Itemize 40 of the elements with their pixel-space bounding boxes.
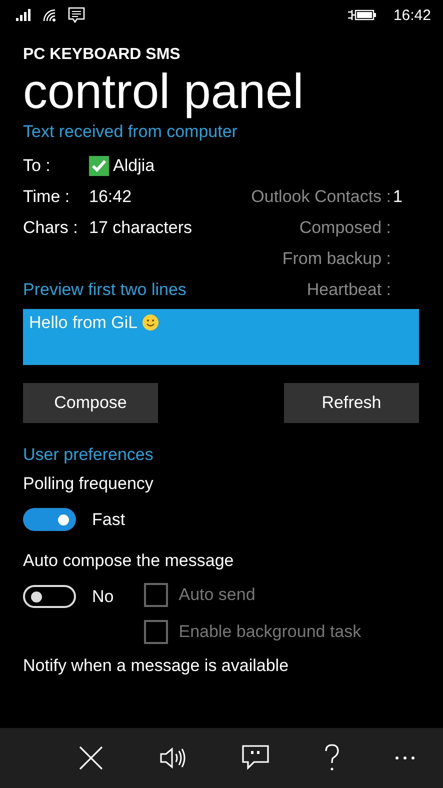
stat-value: 1 xyxy=(393,186,402,206)
stat-label: Composed : xyxy=(298,218,391,238)
section-header: Preview first two lines xyxy=(23,280,188,300)
preview-text: Hello from GiL xyxy=(29,313,138,333)
message-icon xyxy=(68,7,85,23)
chat-icon[interactable] xyxy=(242,745,269,771)
checkbox-label: Enable background task xyxy=(178,622,362,642)
field-value: 17 characters xyxy=(89,218,192,238)
clock-time: 16:42 xyxy=(393,6,431,24)
setting-label: Notify when a message is available xyxy=(23,656,290,676)
wifi-icon xyxy=(42,8,58,22)
more-icon[interactable] xyxy=(395,756,416,760)
field-label: Time : xyxy=(23,186,71,206)
checkbox-label: Auto send xyxy=(178,585,256,605)
setting-label: Auto compose the message xyxy=(23,551,235,571)
page-title: control panel xyxy=(23,64,305,121)
section-header: Text received from computer xyxy=(23,122,238,142)
toggle-switch[interactable] xyxy=(23,508,76,531)
toggle-state: No xyxy=(92,586,114,606)
toggle-switch[interactable] xyxy=(23,585,76,608)
app-name: PC KEYBOARD SMS xyxy=(23,46,182,64)
battery-icon xyxy=(347,8,378,22)
close-icon[interactable] xyxy=(78,745,104,771)
field-value: Aldjia xyxy=(113,156,155,176)
field-label: To : xyxy=(23,156,52,176)
setting-label: Polling frequency xyxy=(23,474,154,494)
smiley-icon xyxy=(142,314,159,331)
stat-label: From backup : xyxy=(281,248,391,268)
action-button[interactable]: Compose xyxy=(23,383,158,423)
checkbox[interactable] xyxy=(89,156,109,176)
section-header: User preferences xyxy=(23,445,154,465)
help-icon[interactable] xyxy=(324,744,340,772)
field-value: 16:42 xyxy=(89,186,132,206)
action-button[interactable]: Refresh xyxy=(284,383,419,423)
toggle-state: Fast xyxy=(92,510,126,530)
speaker-icon[interactable] xyxy=(158,746,187,770)
stat-label: Heartbeat : xyxy=(306,280,391,300)
signal-icon xyxy=(16,9,32,21)
field-label: Chars : xyxy=(23,218,79,238)
stat-label: Outlook Contacts : xyxy=(250,186,391,206)
